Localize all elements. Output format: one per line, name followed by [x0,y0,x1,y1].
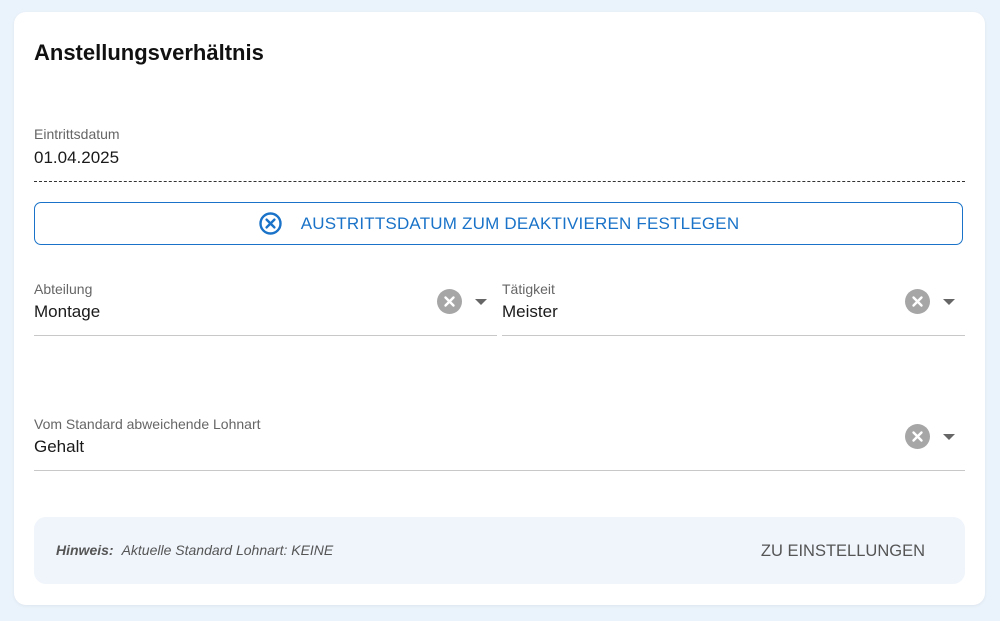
department-select[interactable]: Abteilung Montage [34,279,497,339]
activity-chevron-down-icon[interactable] [943,299,955,305]
department-underline [34,335,497,336]
hint-message: Aktuelle Standard Lohnart: KEINE [121,542,334,558]
department-label: Abteilung [34,281,93,297]
go-to-settings-button[interactable]: ZU EINSTELLUNGEN [761,541,925,561]
activity-label: Tätigkeit [502,281,555,297]
entry-date-value[interactable]: 01.04.2025 [34,148,119,168]
set-exit-date-button[interactable]: AUSTRITTSDATUM ZUM DEAKTIVIEREN FESTLEGE… [34,202,963,245]
entry-date-underline [34,181,965,182]
hint-text: Hinweis: Aktuelle Standard Lohnart: KEINE [56,542,333,558]
entry-date-label: Eintrittsdatum [34,126,120,142]
activity-value[interactable]: Meister [502,302,558,322]
department-chevron-down-icon[interactable] [475,299,487,305]
hint-prefix: Hinweis: [56,542,114,558]
activity-underline [502,335,965,336]
wage-type-clear-icon[interactable] [905,424,930,449]
activity-clear-icon[interactable] [905,289,930,314]
wage-type-label: Vom Standard abweichende Lohnart [34,416,261,432]
wage-type-underline [34,470,965,471]
department-value[interactable]: Montage [34,302,100,322]
entry-date-field[interactable]: Eintrittsdatum 01.04.2025 [34,124,965,184]
employment-card: Anstellungsverhältnis Eintrittsdatum 01.… [14,12,985,605]
department-clear-icon[interactable] [437,289,462,314]
wage-type-select[interactable]: Vom Standard abweichende Lohnart Gehalt [34,414,965,474]
set-exit-date-label: AUSTRITTSDATUM ZUM DEAKTIVIEREN FESTLEGE… [300,213,740,233]
hint-box: Hinweis: Aktuelle Standard Lohnart: KEINE… [34,517,965,584]
wage-type-value[interactable]: Gehalt [34,437,84,457]
circle-x-icon [258,211,283,236]
wage-type-chevron-down-icon[interactable] [943,434,955,440]
activity-select[interactable]: Tätigkeit Meister [502,279,965,339]
section-title: Anstellungsverhältnis [34,40,264,65]
